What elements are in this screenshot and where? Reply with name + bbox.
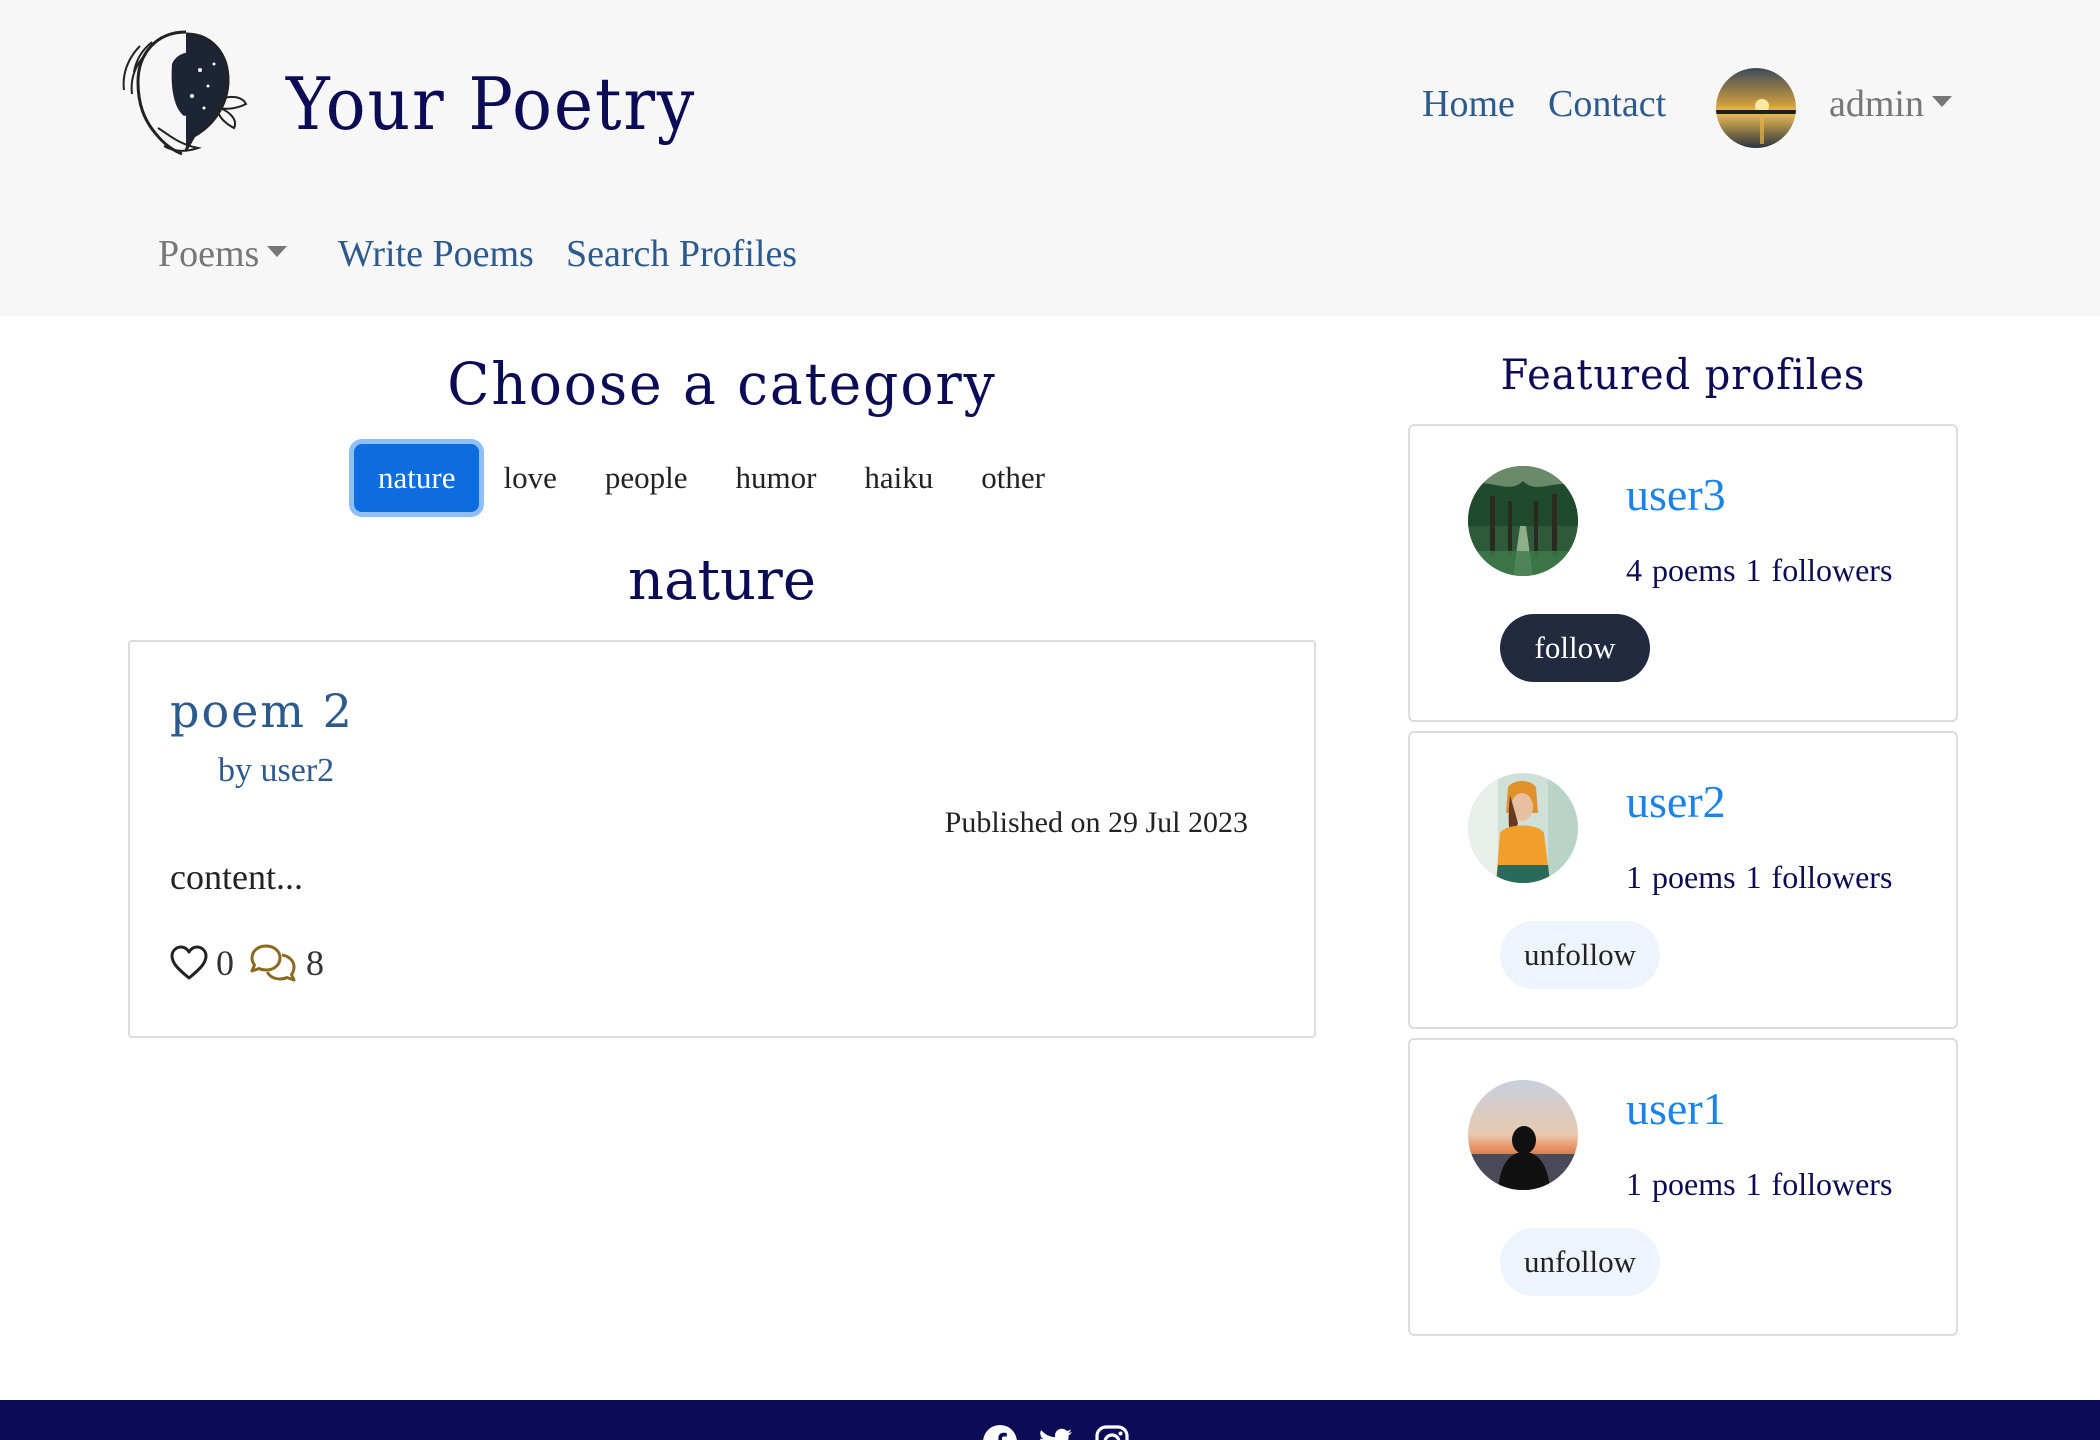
follow-button[interactable]: follow xyxy=(1500,614,1650,682)
profile-avatar[interactable] xyxy=(1468,466,1578,576)
profile-stats: 1 poems 1 followers xyxy=(1626,1166,1893,1202)
poem-published-date: Published on 29 Jul 2023 xyxy=(944,806,1248,839)
admin-avatar[interactable] xyxy=(1716,68,1796,148)
comments-count: 8 xyxy=(306,943,324,983)
social-icons xyxy=(982,1424,1130,1440)
poems-dropdown-toggle[interactable]: Poems xyxy=(158,232,288,276)
profile-card: user3 4 poems 1 followers follow xyxy=(1408,424,1958,722)
write-poems-link[interactable]: Write Poems xyxy=(338,232,534,276)
category-tab-people[interactable]: people xyxy=(581,444,712,512)
likes-count: 0 xyxy=(216,943,234,983)
unfollow-button[interactable]: unfollow xyxy=(1500,1228,1660,1296)
logo-icon[interactable] xyxy=(116,24,256,160)
facebook-icon[interactable] xyxy=(982,1424,1018,1440)
comments-icon[interactable] xyxy=(248,943,298,983)
choose-category-heading: Choose a category xyxy=(447,350,997,418)
selected-category-heading: nature xyxy=(628,548,816,613)
chevron-down-icon xyxy=(1931,95,1952,107)
category-tab-haiku[interactable]: haiku xyxy=(840,444,957,512)
admin-dropdown-toggle[interactable]: admin xyxy=(1829,82,1952,126)
nav-contact-link[interactable]: Contact xyxy=(1548,82,1666,126)
nav-home-link[interactable]: Home xyxy=(1422,82,1515,126)
profile-avatar[interactable] xyxy=(1468,773,1578,883)
poem-title-link[interactable]: poem 2 xyxy=(170,684,354,738)
category-tab-love[interactable]: love xyxy=(479,444,580,512)
profile-avatar[interactable] xyxy=(1468,1080,1578,1190)
brand-title[interactable]: Your Poetry xyxy=(286,62,696,146)
profile-card: user2 1 poems 1 followers unfollow xyxy=(1408,731,1958,1029)
poem-author-link[interactable]: by user2 xyxy=(218,752,334,790)
admin-username: admin xyxy=(1829,83,1924,125)
chevron-down-icon xyxy=(267,245,288,257)
profile-card: user1 1 poems 1 followers unfollow xyxy=(1408,1038,1958,1336)
heart-icon[interactable] xyxy=(170,945,208,981)
poem-content: content... xyxy=(170,857,303,897)
profile-name-link[interactable]: user2 xyxy=(1626,775,1726,828)
category-tab-humor[interactable]: humor xyxy=(711,444,840,512)
profile-stats: 4 poems 1 followers xyxy=(1626,552,1893,588)
category-tabs: nature love people humor haiku other xyxy=(354,440,1069,516)
instagram-icon[interactable] xyxy=(1094,1424,1130,1440)
poem-stats: 0 8 xyxy=(170,942,338,984)
featured-profiles-heading: Featured profiles xyxy=(1500,350,1866,399)
poem-card: poem 2 by user2 Published on 29 Jul 2023… xyxy=(128,640,1316,1038)
twitter-icon[interactable] xyxy=(1038,1424,1074,1440)
profile-name-link[interactable]: user3 xyxy=(1626,468,1726,521)
profile-stats: 1 poems 1 followers xyxy=(1626,859,1893,895)
category-tab-nature[interactable]: nature xyxy=(354,444,480,512)
profile-name-link[interactable]: user1 xyxy=(1626,1082,1726,1135)
poems-label: Poems xyxy=(158,233,260,275)
site-footer xyxy=(0,1400,2100,1440)
site-header: Your Poetry Home Contact admin Poems Wri… xyxy=(0,0,2100,316)
category-tab-other[interactable]: other xyxy=(957,444,1069,512)
search-profiles-link[interactable]: Search Profiles xyxy=(566,232,797,276)
unfollow-button[interactable]: unfollow xyxy=(1500,921,1660,989)
